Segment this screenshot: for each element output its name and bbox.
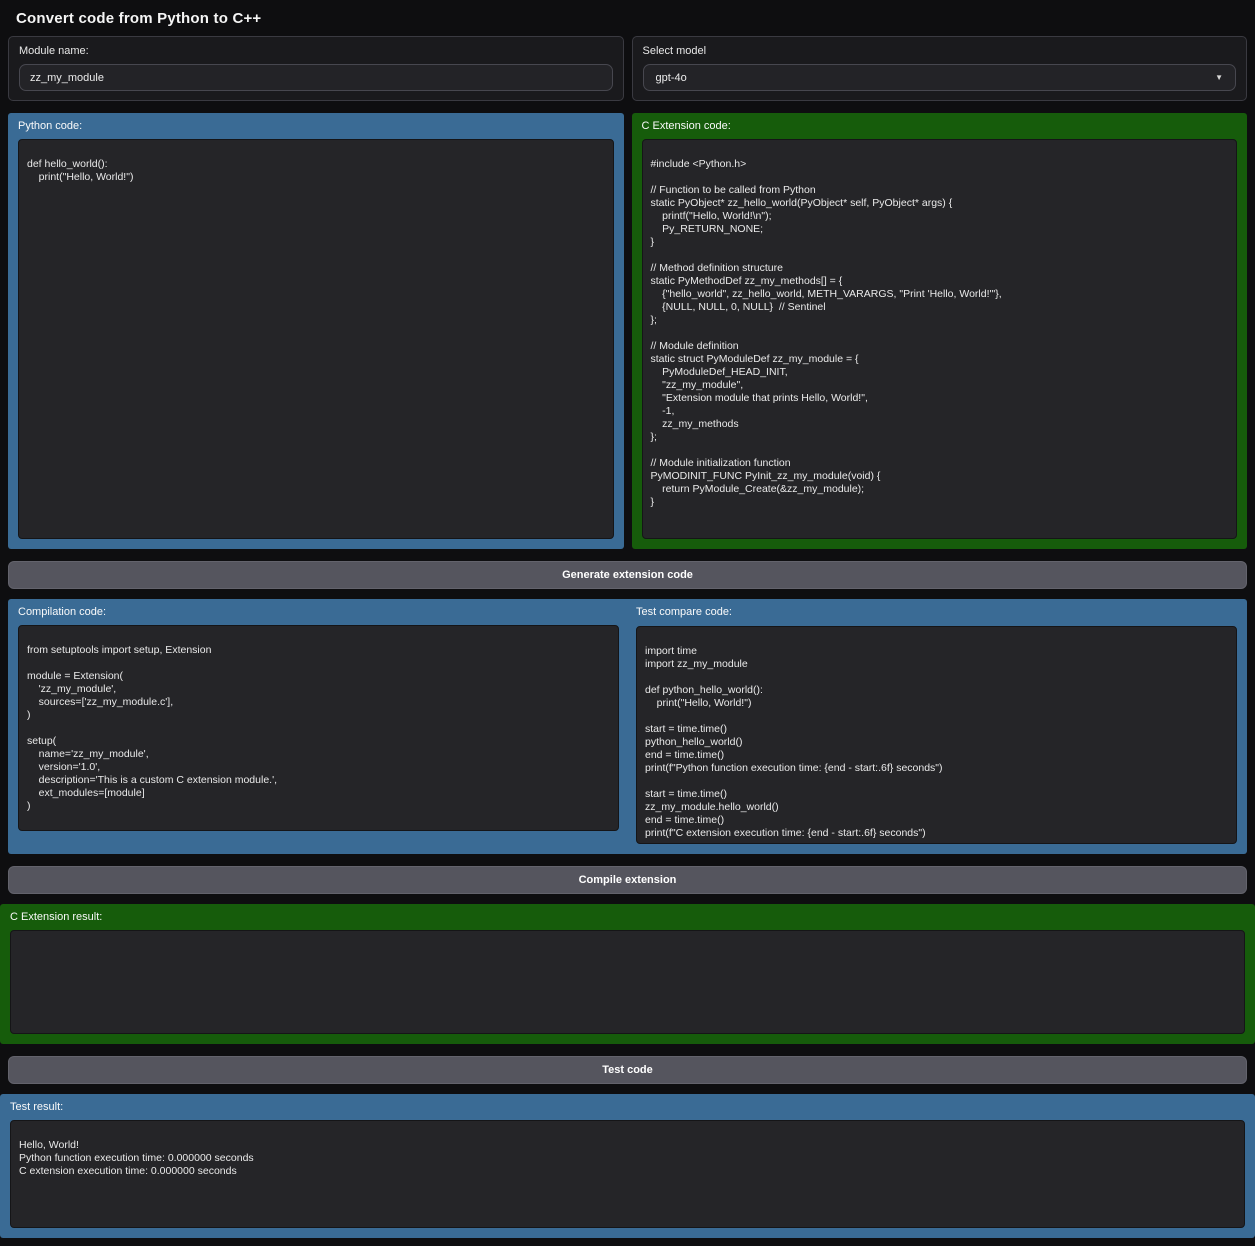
model-select-label: Select model [643, 45, 1237, 57]
module-name-label: Module name: [19, 45, 613, 57]
python-code-textbox[interactable]: def hello_world(): print("Hello, World!"… [18, 139, 614, 539]
test-result-panel: Test result: Hello, World! Python functi… [0, 1094, 1255, 1238]
test-compare-code-label: Test compare code: [636, 606, 1237, 618]
model-select-value: gpt-4o [656, 72, 687, 84]
c-extension-result-panel: C Extension result: [0, 904, 1255, 1044]
c-extension-result-label: C Extension result: [10, 911, 1245, 923]
test-compare-code-textbox[interactable]: import time import zz_my_module def pyth… [636, 626, 1237, 844]
test-compare-code-column: Test compare code: import time import zz… [636, 605, 1237, 844]
code-panels-row: Python code: def hello_world(): print("H… [8, 113, 1247, 549]
c-extension-code-panel: C Extension code: #include <Python.h> //… [632, 113, 1248, 549]
c-extension-result-textbox[interactable] [10, 930, 1245, 1034]
page-title: Convert code from Python to C++ [0, 0, 1255, 36]
generate-extension-code-button[interactable]: Generate extension code [8, 561, 1247, 589]
c-extension-code-textbox[interactable]: #include <Python.h> // Function to be ca… [642, 139, 1238, 539]
python-code-panel: Python code: def hello_world(): print("H… [8, 113, 624, 549]
model-select-dropdown[interactable]: gpt-4o ▼ [643, 64, 1237, 91]
compilation-code-column: Compilation code: from setuptools import… [18, 605, 619, 844]
settings-row: Module name: Select model gpt-4o ▼ [8, 36, 1247, 101]
compilation-panels-row: Compilation code: from setuptools import… [8, 599, 1247, 854]
test-result-textbox[interactable]: Hello, World! Python function execution … [10, 1120, 1245, 1228]
compilation-code-textbox[interactable]: from setuptools import setup, Extension … [18, 625, 619, 831]
compile-extension-button[interactable]: Compile extension [8, 866, 1247, 894]
test-result-label: Test result: [10, 1101, 1245, 1113]
module-name-input[interactable] [19, 64, 613, 91]
caret-down-icon: ▼ [1215, 74, 1223, 82]
test-code-button[interactable]: Test code [8, 1056, 1247, 1084]
c-extension-code-label: C Extension code: [642, 120, 1238, 132]
python-code-label: Python code: [18, 120, 614, 132]
compilation-code-label: Compilation code: [18, 606, 619, 618]
module-name-card: Module name: [8, 36, 624, 101]
model-select-card: Select model gpt-4o ▼ [632, 36, 1248, 101]
